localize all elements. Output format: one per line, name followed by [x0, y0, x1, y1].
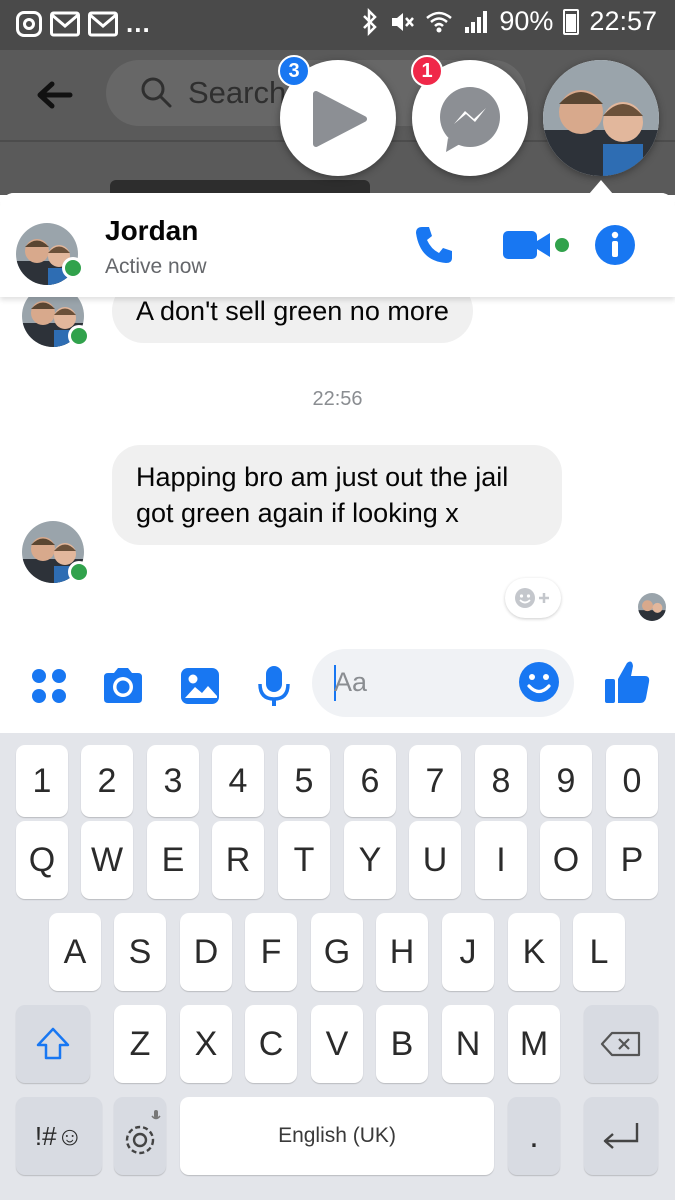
shift-icon [36, 1027, 70, 1060]
signal-icon [465, 10, 488, 33]
period-key[interactable]: . [508, 1097, 560, 1175]
gmail-icon [88, 11, 118, 36]
key-9[interactable]: 9 [540, 745, 592, 817]
message-input[interactable]: Aa [312, 649, 574, 717]
key-2[interactable]: 2 [81, 745, 133, 817]
key-t[interactable]: T [278, 821, 330, 899]
info-icon[interactable] [593, 223, 637, 267]
thumbs-up-icon[interactable] [602, 657, 652, 707]
backspace-icon [600, 1031, 641, 1057]
message-bubble[interactable]: Happing bro am just out the jail got gre… [112, 445, 562, 545]
key-e[interactable]: E [147, 821, 199, 899]
clock: 22:57 [589, 6, 657, 36]
online-indicator [68, 325, 90, 347]
enter-icon [603, 1123, 639, 1149]
message-composer: Aa [0, 643, 675, 733]
key-6[interactable]: 6 [344, 745, 396, 817]
key-y[interactable]: Y [344, 821, 396, 899]
key-u[interactable]: U [409, 821, 461, 899]
gallery-icon[interactable] [177, 663, 223, 709]
message-input-placeholder: Aa [334, 667, 368, 697]
gmail-icon [50, 11, 80, 36]
symbols-key[interactable]: !#☺ [16, 1097, 102, 1175]
online-indicator [62, 257, 84, 279]
key-j[interactable]: J [442, 913, 494, 991]
microphone-icon[interactable] [251, 663, 297, 709]
more-actions-icon[interactable] [26, 663, 72, 709]
key-m[interactable]: M [508, 1005, 560, 1083]
key-g[interactable]: G [311, 913, 363, 991]
online-indicator [68, 561, 90, 583]
backspace-key[interactable] [584, 1005, 658, 1083]
key-0[interactable]: 0 [606, 745, 658, 817]
message-timestamp: 22:56 [312, 388, 363, 410]
notification-overflow: ... [126, 8, 151, 38]
key-w[interactable]: W [81, 821, 133, 899]
bluetooth-icon [363, 7, 378, 36]
key-b[interactable]: B [376, 1005, 428, 1083]
key-s[interactable]: S [114, 913, 166, 991]
space-bar[interactable]: English (UK) [180, 1097, 494, 1175]
shift-key[interactable] [16, 1005, 90, 1083]
phone-icon[interactable] [412, 223, 456, 267]
key-n[interactable]: N [442, 1005, 494, 1083]
enter-key[interactable] [584, 1097, 658, 1175]
status-bar: ... 90% 22:57 [0, 0, 675, 50]
video-badge: 3 [278, 55, 310, 87]
contact-chat-head[interactable] [543, 60, 659, 176]
key-q[interactable]: Q [16, 821, 68, 899]
emoji-plus-icon [515, 588, 549, 608]
key-c[interactable]: C [245, 1005, 297, 1083]
conversation-header: Jordan Active now [0, 193, 675, 297]
key-o[interactable]: O [540, 821, 592, 899]
add-reaction-button[interactable] [505, 578, 561, 618]
back-arrow-icon[interactable] [34, 75, 74, 115]
mute-icon [392, 12, 415, 31]
key-l[interactable]: L [573, 913, 625, 991]
read-receipt-avatar [638, 593, 666, 621]
avatar-photo [543, 60, 659, 176]
key-8[interactable]: 8 [475, 745, 527, 817]
key-i[interactable]: I [475, 821, 527, 899]
key-v[interactable]: V [311, 1005, 363, 1083]
settings-key[interactable] [114, 1097, 166, 1175]
key-h[interactable]: H [376, 913, 428, 991]
key-x[interactable]: X [180, 1005, 232, 1083]
conversation-panel: Jordan Active now A don't sell green no … [0, 193, 675, 733]
gear-icon [125, 1110, 161, 1155]
key-d[interactable]: D [180, 913, 232, 991]
key-1[interactable]: 1 [16, 745, 68, 817]
contact-name[interactable]: Jordan [105, 215, 198, 247]
instagram-icon [16, 10, 42, 37]
key-7[interactable]: 7 [409, 745, 461, 817]
key-4[interactable]: 4 [212, 745, 264, 817]
wifi-icon [426, 11, 453, 32]
key-k[interactable]: K [508, 913, 560, 991]
key-f[interactable]: F [245, 913, 297, 991]
key-a[interactable]: A [49, 913, 101, 991]
keyboard: 1 2 3 4 5 6 7 8 9 0 Q W E R T Y U I O P … [0, 733, 675, 1200]
chat-head-pointer [589, 180, 613, 194]
background-heading [110, 180, 370, 194]
key-5[interactable]: 5 [278, 745, 330, 817]
key-p[interactable]: P [606, 821, 658, 899]
key-3[interactable]: 3 [147, 745, 199, 817]
key-r[interactable]: R [212, 821, 264, 899]
video-call-icon[interactable] [500, 223, 572, 267]
search-placeholder: Search [188, 75, 287, 110]
key-z[interactable]: Z [114, 1005, 166, 1083]
battery-percent: 90% [499, 6, 554, 36]
emoji-icon[interactable] [516, 659, 562, 705]
contact-status: Active now [105, 255, 207, 278]
search-icon [141, 77, 172, 108]
messenger-badge: 1 [411, 55, 443, 87]
battery-icon [563, 8, 580, 35]
camera-icon[interactable] [100, 663, 146, 709]
